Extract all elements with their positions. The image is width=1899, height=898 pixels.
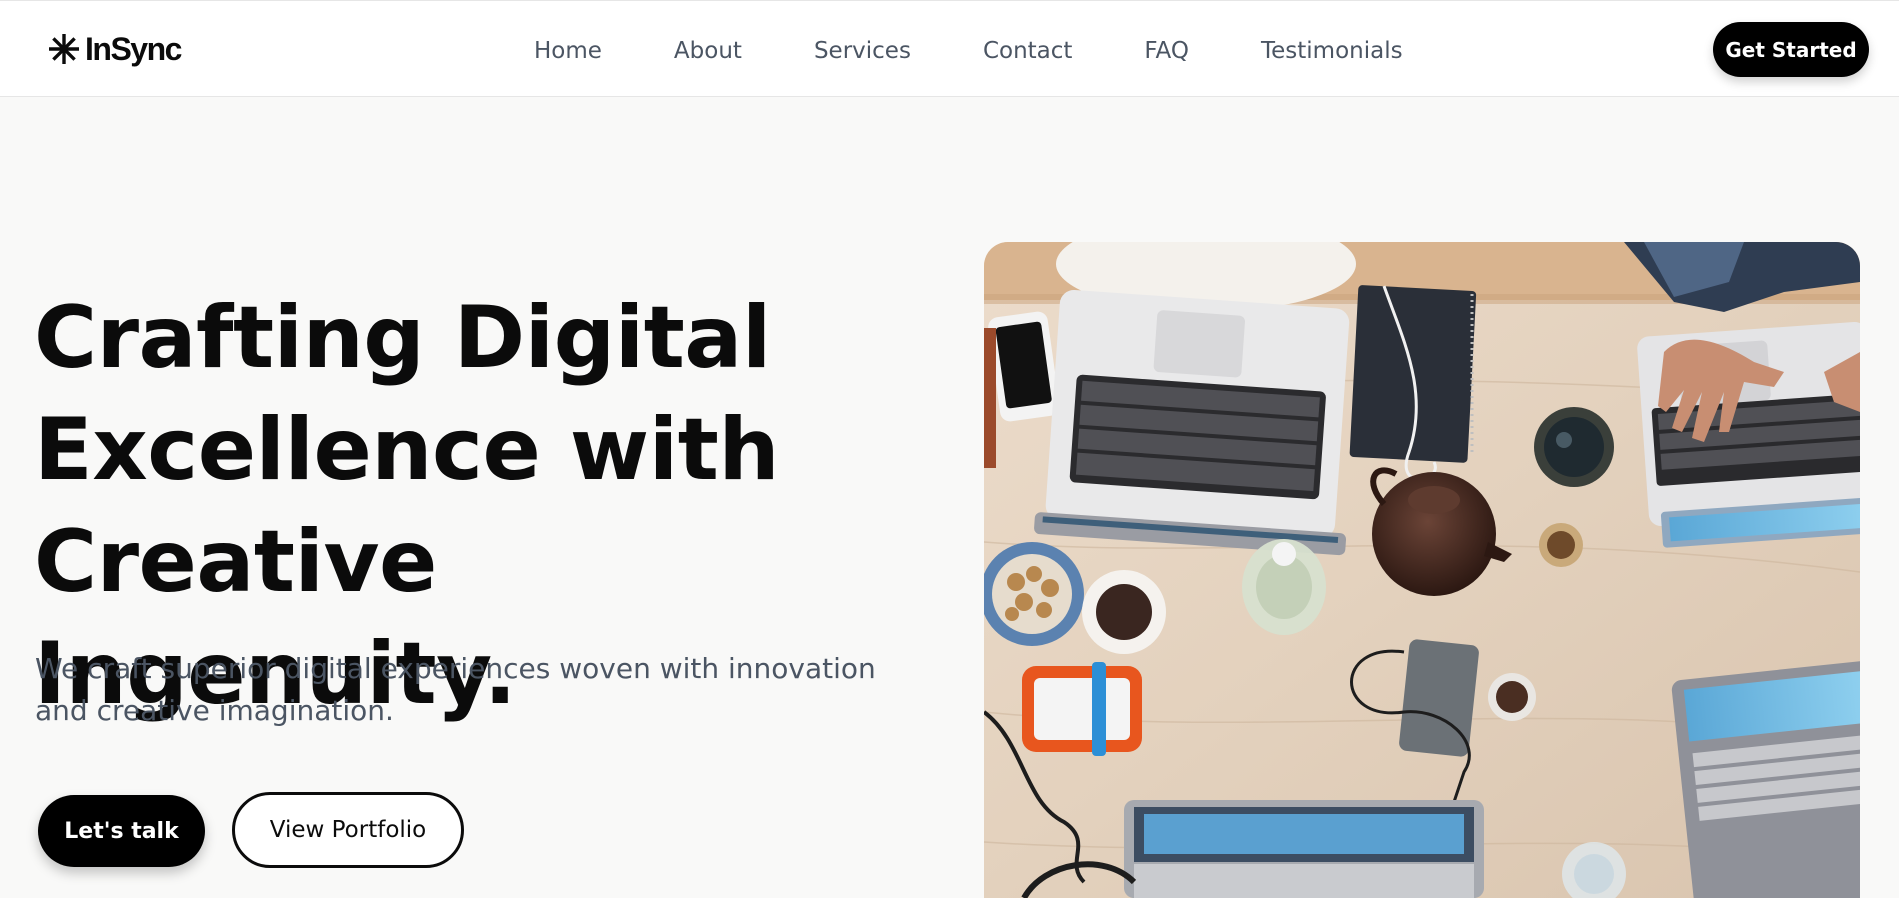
main-nav: Home About Services Contact FAQ Testimon… xyxy=(534,31,1403,71)
lets-talk-button[interactable]: Let's talk xyxy=(38,795,205,867)
hero-title-line: Crafting Digital xyxy=(34,288,771,388)
nav-link-faq[interactable]: FAQ xyxy=(1144,38,1189,64)
nav-link-testimonials[interactable]: Testimonials xyxy=(1261,38,1403,64)
nav-link-about[interactable]: About xyxy=(674,38,742,64)
get-started-button[interactable]: Get Started xyxy=(1713,22,1869,77)
nav-link-services[interactable]: Services xyxy=(814,38,911,64)
brand-name: InSync xyxy=(85,30,182,67)
brand-logo[interactable]: InSync xyxy=(48,29,182,69)
asterisk-icon xyxy=(49,34,79,64)
hero-title-line: Excellence with xyxy=(34,400,780,500)
site-header: InSync Home About Services Contact FAQ T… xyxy=(0,0,1899,97)
nav-link-contact[interactable]: Contact xyxy=(983,38,1072,64)
workspace-illustration xyxy=(984,242,1860,898)
hero-subtitle: We craft superior digital experiences wo… xyxy=(35,652,876,727)
nav-link-home[interactable]: Home xyxy=(534,38,602,64)
hero-image xyxy=(984,242,1860,898)
view-portfolio-button[interactable]: View Portfolio xyxy=(232,792,464,868)
